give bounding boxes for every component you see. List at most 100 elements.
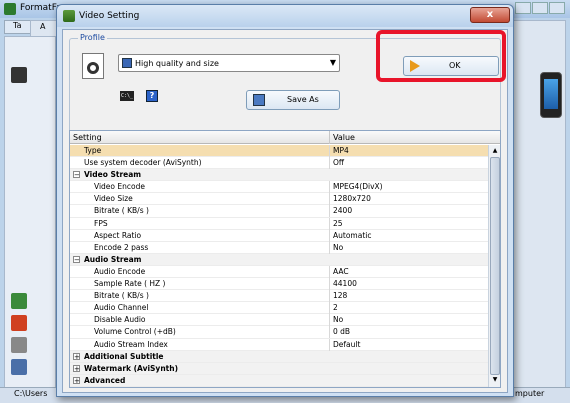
ok-highlight-box — [376, 30, 506, 82]
grid-column-divider — [329, 290, 330, 303]
grid-row-value[interactable]: MPEG4(DivX) — [333, 181, 383, 192]
film-icon[interactable] — [11, 67, 27, 83]
phone-icon — [540, 72, 562, 118]
grid-property-row[interactable]: Video Encode MPEG4(DivX) — [70, 181, 488, 194]
grid-column-divider — [329, 302, 330, 315]
grid-row-label: FPS — [94, 218, 108, 228]
grid-row-label: Video Stream — [84, 170, 142, 180]
grid-row-value[interactable]: 25 — [333, 218, 343, 229]
grid-row-value[interactable]: AAC — [333, 266, 349, 277]
grid-row-label: Video Encode — [94, 182, 145, 192]
picture-icon[interactable] — [11, 315, 27, 331]
grid-row-value[interactable]: 2 — [333, 302, 338, 313]
grid-column-divider — [329, 229, 330, 242]
grid-row-value[interactable]: 2400 — [333, 205, 352, 216]
grid-row-label: Additional Subtitle — [84, 351, 164, 361]
column-header-setting[interactable]: Setting — [70, 131, 330, 144]
save-as-label: Save As — [287, 95, 319, 104]
grid-column-divider — [329, 181, 330, 194]
grid-category-row[interactable]: − Video Stream — [70, 169, 488, 182]
profile-dropdown[interactable]: High quality and size ▼ — [118, 54, 340, 72]
dialog-titlebar[interactable]: Video Setting x — [57, 5, 513, 27]
grid-category-row[interactable]: − Audio Stream — [70, 253, 488, 266]
background-window-buttons[interactable] — [514, 2, 568, 16]
grid-row-label: Sample Rate ( HZ ) — [94, 279, 166, 289]
grid-property-row[interactable]: Audio Stream Index Default — [70, 338, 488, 351]
grid-column-divider — [329, 278, 330, 291]
grid-row-label: Watermark (AviSynth) — [84, 363, 179, 373]
grid-column-divider — [329, 241, 330, 254]
scroll-down-icon[interactable]: ▼ — [490, 375, 500, 385]
grid-property-row[interactable]: Use system decoder (AviSynth) Off — [70, 157, 488, 170]
grid-property-row[interactable]: Aspect Ratio Automatic — [70, 229, 488, 242]
grid-column-divider — [329, 314, 330, 327]
background-status-left: C:\Users — [14, 389, 48, 398]
grid-row-value[interactable]: 128 — [333, 290, 347, 301]
expand-icon[interactable]: + — [73, 364, 80, 372]
grid-property-row[interactable]: FPS 25 — [70, 217, 488, 230]
profile-group-label: Profile — [78, 33, 107, 42]
grid-row-value[interactable]: No — [333, 314, 343, 325]
help-icon[interactable]: ? — [146, 90, 158, 102]
grid-row-label: Advanced — [84, 375, 126, 385]
grid-category-row[interactable]: + Watermark (AviSynth) — [70, 362, 488, 375]
profile-selected-value: High quality and size — [135, 59, 219, 68]
grid-property-row[interactable]: Encode 2 pass No — [70, 241, 488, 254]
grid-row-label: Use system decoder (AviSynth) — [84, 158, 202, 168]
grid-property-row[interactable]: Volume Control (+dB) 0 dB — [70, 326, 488, 339]
grid-property-row[interactable]: Disable Audio No — [70, 314, 488, 327]
grid-row-value[interactable]: 1280x720 — [333, 193, 371, 204]
close-button[interactable]: x — [470, 7, 510, 23]
grid-row-label: Bitrate ( KB/s ) — [94, 291, 149, 301]
expand-icon[interactable]: + — [73, 352, 80, 360]
scroll-up-icon[interactable]: ▲ — [490, 146, 500, 156]
collapse-icon[interactable]: − — [73, 255, 80, 263]
dialog-app-icon — [63, 10, 75, 22]
grid-property-row[interactable]: Video Size 1280x720 — [70, 193, 488, 206]
grid-row-value[interactable]: Automatic — [333, 230, 371, 241]
grid-property-row[interactable]: Type MP4 — [70, 145, 488, 158]
grid-row-label: Video Size — [94, 194, 133, 204]
grid-row-value[interactable]: MP4 — [333, 145, 349, 156]
grid-header: Setting Value — [70, 131, 500, 144]
chevron-down-icon[interactable]: ▼ — [328, 57, 338, 69]
grid-property-row[interactable]: Audio Encode AAC — [70, 265, 488, 279]
scrollbar-thumb[interactable] — [490, 157, 500, 375]
expand-icon[interactable]: + — [73, 376, 80, 384]
disc-icon[interactable] — [11, 337, 27, 353]
music-icon[interactable] — [11, 293, 27, 309]
grid-rows: Type MP4 Use system decoder (AviSynth) Off −… — [70, 145, 488, 387]
grid-row-label: Audio Stream — [84, 254, 142, 264]
grid-column-divider — [329, 145, 330, 157]
grid-row-label: Volume Control (+dB) — [94, 327, 176, 337]
save-as-button[interactable]: Save As — [246, 90, 340, 110]
grid-property-row[interactable]: Audio Channel 2 — [70, 302, 488, 315]
grid-category-row[interactable]: + Advanced — [70, 374, 488, 387]
grid-row-value[interactable]: 0 dB — [333, 326, 350, 337]
grid-row-value[interactable]: Off — [333, 157, 344, 168]
grid-category-row[interactable]: + Additional Subtitle — [70, 350, 488, 363]
device-icon[interactable] — [11, 359, 27, 375]
grid-row-value[interactable]: Default — [333, 339, 360, 350]
grid-property-row[interactable]: Bitrate ( KB/s ) 2400 — [70, 205, 488, 218]
column-header-value[interactable]: Value — [330, 131, 490, 144]
app-icon — [4, 3, 16, 15]
dialog-title: Video Setting — [79, 11, 140, 21]
grid-column-divider — [329, 157, 330, 170]
grid-row-label: Aspect Ratio — [94, 230, 142, 240]
grid-row-value[interactable]: No — [333, 242, 343, 253]
grid-row-value[interactable]: 44100 — [333, 278, 357, 289]
command-line-icon[interactable]: C:\_ — [120, 91, 134, 101]
profile-format-icon — [122, 58, 132, 68]
grid-property-row[interactable]: Sample Rate ( HZ ) 44100 — [70, 278, 488, 291]
background-toolbar — [4, 36, 56, 388]
background-panel-title: A — [40, 22, 46, 31]
grid-row-label: Type — [84, 146, 102, 155]
grid-column-divider — [329, 265, 330, 278]
grid-column-divider — [329, 217, 330, 230]
grid-scrollbar[interactable]: ▲ ▼ — [488, 145, 500, 387]
film-reel-icon — [82, 53, 104, 79]
settings-property-grid: Setting Value Type MP4 Use system decoder … — [69, 130, 501, 388]
grid-property-row[interactable]: Bitrate ( KB/s ) 128 — [70, 290, 488, 303]
collapse-icon[interactable]: − — [73, 171, 80, 179]
